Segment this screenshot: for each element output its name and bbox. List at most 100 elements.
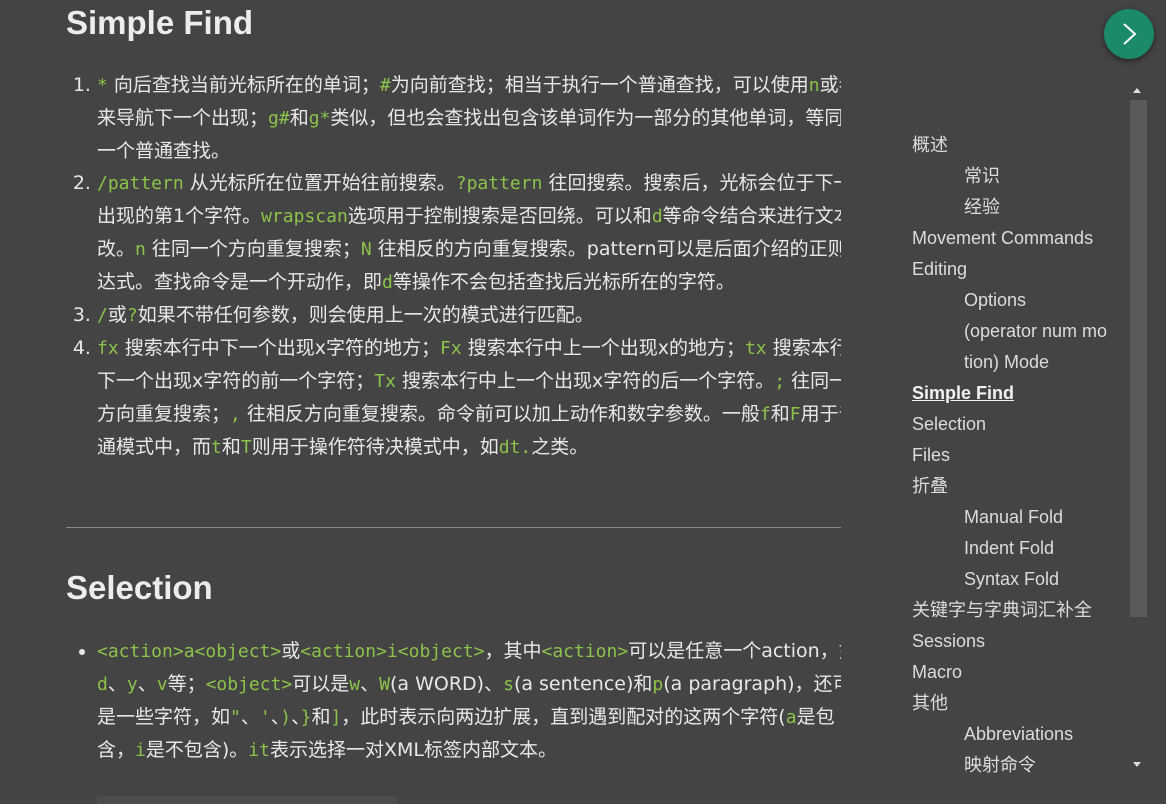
inline-code: n xyxy=(808,75,820,96)
inline-code: g# xyxy=(268,108,290,129)
inline-code: dt. xyxy=(498,437,532,458)
inline-code: <action>a<object> xyxy=(97,641,282,662)
text-run: (a sentence)和 xyxy=(513,673,653,695)
text-run: ，此时表示向两边扩展，直到遇到配对的这两个字符( xyxy=(341,706,786,728)
text-run: 、 xyxy=(107,673,127,695)
inline-code: s xyxy=(503,674,514,695)
toc-item[interactable]: Sessions xyxy=(912,626,1127,657)
section-title-simple-find: Simple Find xyxy=(66,4,254,41)
toc-item[interactable]: Indent Fold xyxy=(912,533,1127,564)
list-item: /或?如果不带任何参数，则会使用上一次的模式进行匹配。 xyxy=(97,299,841,332)
text-run: 从光标所在位置开始往前搜索。 xyxy=(183,172,456,194)
text-run: 和 xyxy=(289,107,309,129)
toc-item[interactable]: 常识 xyxy=(912,161,1127,192)
inline-code: t xyxy=(211,437,222,458)
inline-code: d xyxy=(97,674,108,695)
inline-code: v xyxy=(156,674,168,695)
inline-code: y xyxy=(126,674,138,695)
inline-code: d xyxy=(382,272,393,293)
text-run: 、 xyxy=(360,673,380,695)
toc-item[interactable]: 映射命令 xyxy=(912,750,1127,781)
inline-code: Tx xyxy=(374,371,396,392)
text-run: ，其中 xyxy=(484,640,542,662)
selection-list: <action>a<object>或<action>i<object>，其中<a… xyxy=(66,635,841,767)
text-run: 或 xyxy=(281,640,301,662)
inline-code: W xyxy=(379,674,390,695)
toc-item[interactable]: Syntax Fold xyxy=(912,564,1127,595)
inline-code: it xyxy=(248,740,270,761)
text-run: 等； xyxy=(167,673,206,695)
inline-code: } xyxy=(300,707,312,728)
next-page-button[interactable] xyxy=(1104,9,1154,59)
inline-code: fx xyxy=(97,338,119,359)
section-divider xyxy=(66,527,841,528)
inline-code: <object> xyxy=(205,674,293,695)
text-run: 和 xyxy=(221,436,241,458)
scroll-down-icon[interactable] xyxy=(1133,762,1141,767)
inline-code: d xyxy=(651,206,663,227)
inline-code: F xyxy=(789,404,801,425)
text-run: 则用于操作符待决模式中，如 xyxy=(251,436,499,458)
text-run: 可以是任意一个action，如 xyxy=(628,640,841,662)
toc-item[interactable]: 关键字与字典词汇补全 xyxy=(912,595,1127,626)
text-run: 等操作不会包括查找后光标所在的字符。 xyxy=(392,271,735,293)
scroll-up-icon[interactable] xyxy=(1133,88,1141,93)
simple-find-list: * 向后查找当前光标所在的单词；#为向前查找；相当于执行一个普通查找，可以使用n… xyxy=(66,69,841,464)
inline-code: a xyxy=(785,707,797,728)
text-run: 、 xyxy=(291,706,301,728)
toc-item[interactable]: Macro xyxy=(912,657,1127,688)
toc-item[interactable]: Simple Find xyxy=(912,378,1127,409)
inline-code: T xyxy=(240,437,252,458)
text-run: 如果不带任何参数，则会使用上一次的模式进行匹配。 xyxy=(137,304,594,326)
toc-item[interactable]: Selection xyxy=(912,409,1127,440)
inline-code: ] xyxy=(330,707,342,728)
toc-item[interactable]: Editing xyxy=(912,254,1127,285)
text-run: 往相反方向重复搜索。命令前可以加上动作和数字参数。一般 xyxy=(240,403,760,425)
toc-item[interactable]: 概述 xyxy=(912,130,1127,161)
inline-code: g* xyxy=(308,108,331,129)
inline-code: " xyxy=(230,707,241,728)
inline-code: p xyxy=(652,674,664,695)
inline-code: # xyxy=(379,75,391,96)
toc-item[interactable]: Options xyxy=(912,285,1127,316)
text-run: 为向前查找；相当于执行一个普通查找，可以使用 xyxy=(390,74,809,96)
toc-item[interactable]: Manual Fold xyxy=(912,502,1127,533)
inline-code: <action> xyxy=(541,641,629,662)
section-title-selection: Selection xyxy=(66,569,213,606)
inline-code: i xyxy=(135,740,146,761)
toc-item[interactable]: Files xyxy=(912,440,1127,471)
text-run: 搜索本行中下一个出现x字符的地方； xyxy=(118,337,440,359)
text-run: 搜索本行中上一个出现x字符的后一个字符。 xyxy=(395,370,775,392)
inline-code: n xyxy=(135,239,146,260)
toc-item[interactable]: 经验 xyxy=(912,192,1127,223)
toc-item[interactable]: tion) Mode xyxy=(912,347,1127,378)
inline-code: ' xyxy=(259,707,271,728)
toc-item[interactable]: Abbreviations xyxy=(912,719,1127,750)
toc-item[interactable]: Movement Commands xyxy=(912,223,1127,254)
inline-code: f xyxy=(759,404,771,425)
text-run: 往同一个方向重复搜索； xyxy=(145,238,361,260)
inline-code: /pattern xyxy=(97,173,184,194)
text-run: 搜索本行中上一个出现x的地方； xyxy=(461,337,745,359)
inline-code: , xyxy=(230,404,241,425)
text-run: 是不包含)。 xyxy=(145,739,249,761)
text-run: 、 xyxy=(240,706,260,728)
inline-code: Fx xyxy=(439,338,462,359)
text-run: 来导航下一个出现； xyxy=(97,107,269,129)
toc-item[interactable]: 折叠 xyxy=(912,471,1127,502)
inline-code: N xyxy=(360,239,372,260)
text-run: 或 xyxy=(107,304,127,326)
text-run: 可以是 xyxy=(292,673,350,695)
inline-code: ) xyxy=(280,707,292,728)
text-run: (a WORD)、 xyxy=(390,673,504,695)
text-run: 向后查找当前光标所在的单词； xyxy=(107,74,380,96)
toc-scrollbar[interactable] xyxy=(1130,100,1147,617)
inline-code: ?pattern xyxy=(455,173,543,194)
text-run: 或者 xyxy=(819,74,841,96)
text-run: 、 xyxy=(270,706,281,728)
text-run: 和 xyxy=(311,706,331,728)
inline-code: wrapscan xyxy=(261,206,348,227)
text-run: 和 xyxy=(770,403,790,425)
toc-item[interactable]: 其他 xyxy=(912,688,1127,719)
toc-item[interactable]: (operator num mo xyxy=(912,316,1127,347)
